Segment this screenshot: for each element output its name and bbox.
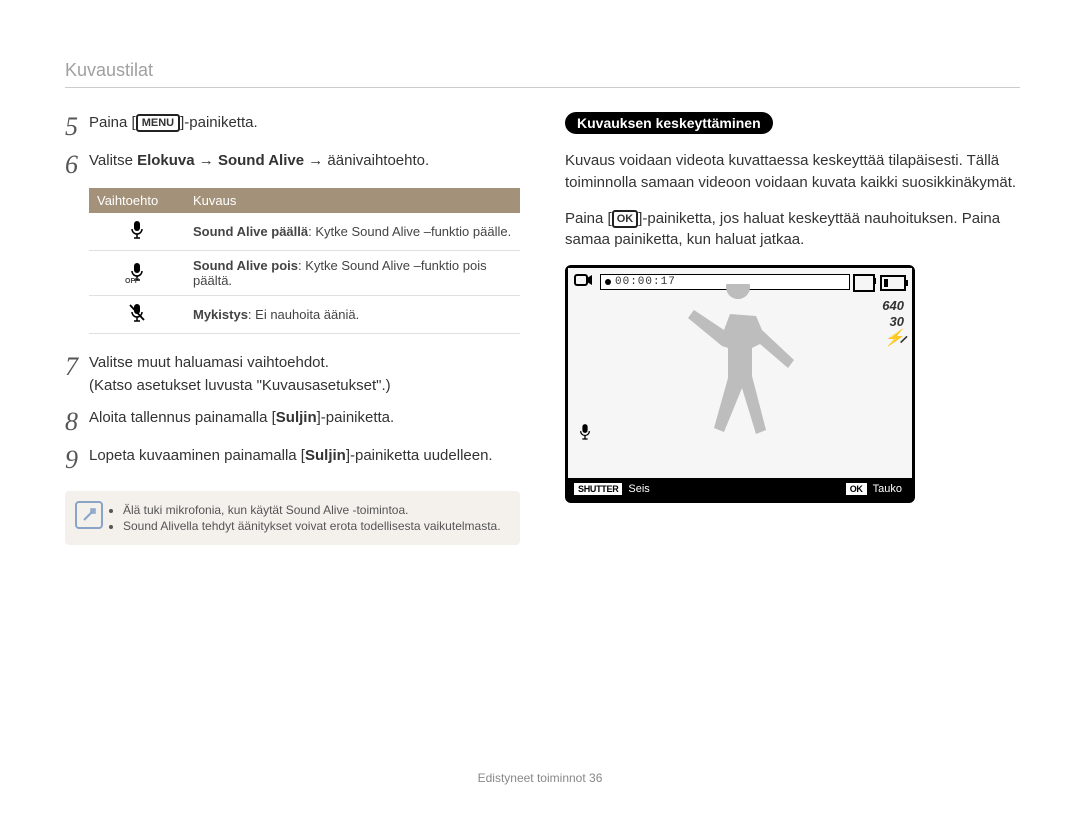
ok-footer-label: Tauko — [873, 483, 902, 495]
video-mode-icon — [574, 272, 594, 291]
mic-status-icon — [578, 423, 592, 446]
step-7: 7 Valitse muut haluamasi vaihtoehdot. (K… — [65, 352, 520, 397]
note-1: Älä tuki mikrofonia, kun käytät Sound Al… — [123, 503, 506, 517]
step-6-arrow2: → äänivaihtoehto. — [304, 152, 429, 169]
step-9-number: 9 — [65, 445, 89, 473]
step-8-post: ]-painiketta. — [317, 409, 395, 426]
step-9: 9 Lopeta kuvaaminen painamalla [Suljin]-… — [65, 445, 520, 473]
step-5-pre: Paina [ — [89, 114, 136, 131]
microphone-mute-icon — [129, 303, 145, 323]
menu-chip-icon: MENU — [136, 114, 180, 132]
step-6-bold1: Elokuva — [137, 152, 195, 169]
note-box: Älä tuki mikrofonia, kun käytät Sound Al… — [65, 491, 520, 545]
step-8-pre: Aloita tallennus painamalla [ — [89, 409, 276, 426]
step-5-number: 5 — [65, 112, 89, 140]
step-6-bold2: Sound Alive — [218, 152, 304, 169]
person-silhouette-icon — [668, 284, 818, 454]
page-footer: Edistyneet toiminnot 36 — [0, 771, 1080, 785]
step-7-number: 7 — [65, 352, 89, 380]
ok-footer-chip: OK — [846, 483, 867, 495]
microphone-on-icon — [129, 220, 145, 240]
microphone-off-icon: OFF — [129, 262, 145, 282]
options-header-2: Kuvaus — [185, 188, 520, 213]
options-header-1: Vaihtoehto — [89, 188, 185, 213]
option-icon-sound-on — [89, 213, 185, 251]
record-dot-icon — [605, 279, 611, 285]
camera-screen-illustration: 00:00:17 640 30 ⚡̷ — [565, 265, 915, 503]
resolution-label: 640 — [882, 298, 904, 314]
step-8: 8 Aloita tallennus painamalla [Suljin]-p… — [65, 407, 520, 435]
step-9-pre: Lopeta kuvaaminen painamalla [ — [89, 447, 305, 464]
options-table: Vaihtoehto Kuvaus Sound Alive päällä: Ky… — [89, 188, 520, 334]
step-8-bold: Suljin — [276, 409, 317, 426]
camera-footer: SHUTTER Seis OK Tauko — [568, 478, 912, 500]
flash-off-icon: ⚡̷ — [882, 329, 904, 348]
step-5-post: ]-painiketta. — [180, 114, 258, 131]
option-icon-mute — [89, 296, 185, 334]
step-9-bold: Suljin — [305, 447, 346, 464]
note-2: Sound Alivella tehdyt äänitykset voivat … — [123, 519, 506, 533]
recording-timer: 00:00:17 — [600, 274, 850, 290]
section-header: Kuvaustilat — [65, 60, 1020, 88]
option-icon-sound-off: OFF — [89, 251, 185, 296]
option-desc-3: Mykistys: Ei nauhoita ääniä. — [185, 296, 520, 334]
subsection-pill: Kuvauksen keskeyttäminen — [565, 112, 773, 134]
paragraph-2: Paina [OK]-painiketta, jos haluat keskey… — [565, 208, 1020, 252]
paragraph-1: Kuvaus voidaan videota kuvattaessa keske… — [565, 150, 1020, 194]
step-8-number: 8 — [65, 407, 89, 435]
step-6-arrow1: → — [195, 152, 218, 169]
step-6-number: 6 — [65, 150, 89, 178]
option-desc-2: Sound Alive pois: Kytke Sound Alive –fun… — [185, 251, 520, 296]
step-7-line2: (Katso asetukset luvusta "Kuvausasetukse… — [89, 375, 520, 398]
step-5: 5 Paina [MENU]-painiketta. — [65, 112, 520, 140]
step-9-post: ]-painiketta uudelleen. — [346, 447, 493, 464]
left-column: 5 Paina [MENU]-painiketta. 6 Valitse Elo… — [65, 112, 520, 545]
ok-chip-icon: OK — [612, 210, 639, 228]
shutter-chip: SHUTTER — [574, 483, 622, 495]
fps-label: 30 — [882, 314, 904, 330]
step-7-line1: Valitse muut haluamasi vaihtoehdot. — [89, 352, 520, 375]
memory-card-icon — [853, 274, 875, 292]
step-6: 6 Valitse Elokuva → Sound Alive → ääniva… — [65, 150, 520, 178]
battery-icon — [880, 275, 906, 291]
option-desc-1: Sound Alive päällä: Kytke Sound Alive –f… — [185, 213, 520, 251]
note-icon — [75, 501, 103, 529]
step-6-pre: Valitse — [89, 152, 137, 169]
shutter-label: Seis — [628, 483, 649, 495]
right-column: Kuvauksen keskeyttäminen Kuvaus voidaan … — [565, 112, 1020, 545]
